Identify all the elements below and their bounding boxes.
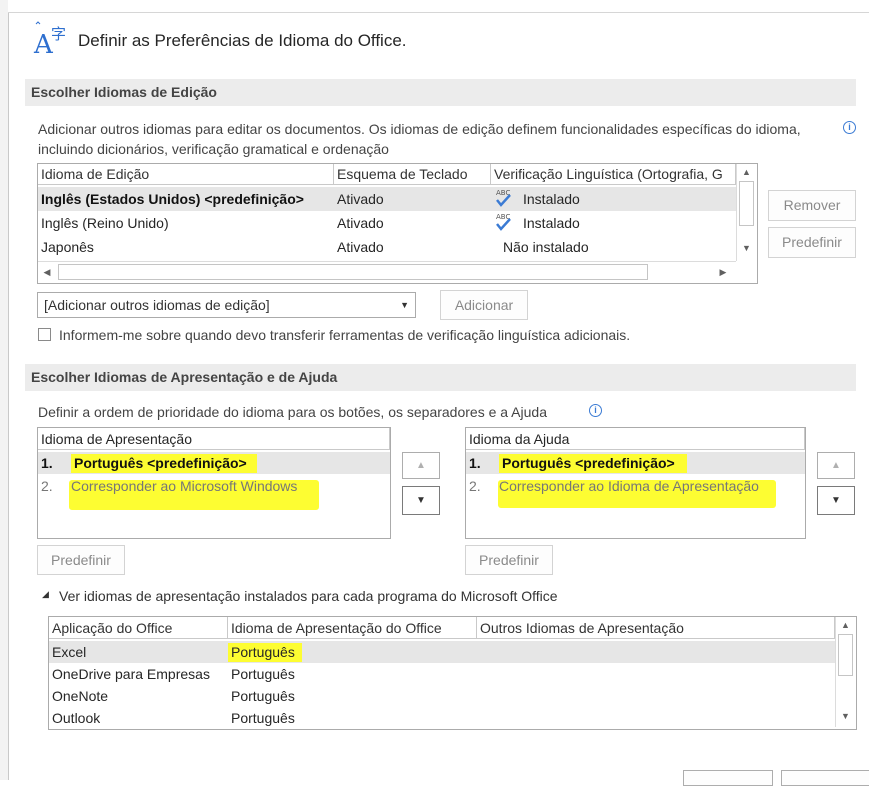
- list-item[interactable]: 1. Português <predefinição>: [466, 452, 805, 474]
- table-row[interactable]: OneNote Português: [49, 685, 835, 707]
- scroll-thumb[interactable]: [838, 634, 853, 676]
- list-item-label: Corresponder ao Microsoft Windows: [71, 478, 298, 494]
- svg-text:字: 字: [51, 25, 66, 43]
- list-item-number: 2.: [469, 478, 481, 494]
- scroll-down-icon[interactable]: ▼: [739, 240, 754, 257]
- scroll-down-icon[interactable]: ▼: [838, 708, 853, 725]
- help-list-header: Idioma da Ajuda: [466, 428, 805, 450]
- help-language-list[interactable]: Idioma da Ajuda 1. Português <predefiniç…: [465, 427, 806, 539]
- cell-proofing: Não instalado: [503, 239, 589, 255]
- table-row[interactable]: Inglês (Reino Unido) Ativado ABC Instala…: [38, 211, 736, 235]
- set-default-help-button[interactable]: Predefinir: [465, 545, 553, 575]
- cell-keyboard: Ativado: [337, 191, 384, 207]
- scroll-right-icon[interactable]: ▶: [716, 264, 730, 280]
- move-up-button[interactable]: ▲: [402, 452, 440, 479]
- cell-proofing: Instalado: [523, 215, 580, 231]
- chevron-down-icon[interactable]: ▼: [400, 293, 409, 317]
- display-list-header: Idioma de Apresentação: [38, 428, 390, 450]
- cell-language: Português: [231, 644, 295, 660]
- table-row[interactable]: Inglês (Estados Unidos) <predefinição> A…: [38, 187, 736, 211]
- cell-proofing: Instalado: [523, 191, 580, 207]
- cell-language: Inglês (Estados Unidos) <predefinição>: [41, 191, 304, 207]
- list-item[interactable]: 1. Português <predefinição>: [38, 452, 390, 474]
- scroll-up-icon[interactable]: ▲: [838, 617, 853, 634]
- column-header-proofing[interactable]: Verificação Linguística (Ortografia, G: [491, 164, 736, 185]
- window-top-edge: [8, 0, 869, 13]
- table-row[interactable]: Excel Português: [49, 641, 835, 663]
- list-item[interactable]: 2. Corresponder ao Microsoft Windows: [38, 474, 390, 510]
- cell-app: Excel: [52, 644, 87, 660]
- vertical-scrollbar[interactable]: ▲ ▼: [835, 617, 854, 727]
- table-row[interactable]: Japonês Ativado Não instalado: [38, 235, 736, 259]
- arrow-up-icon: ▲: [831, 460, 841, 471]
- cell-app: Outlook: [52, 710, 101, 726]
- column-header-keyboard[interactable]: Esquema de Teclado: [334, 164, 491, 185]
- cell-keyboard: Ativado: [337, 215, 384, 231]
- help-move-down-button[interactable]: ▼: [817, 486, 855, 515]
- list-item-label: Português <predefinição>: [502, 455, 675, 471]
- cell-language: Inglês (Reino Unido): [41, 215, 169, 231]
- cell-language: Português: [231, 710, 295, 726]
- collapse-triangle-icon[interactable]: ◢: [42, 589, 49, 600]
- editing-section-header: Escolher Idiomas de Edição: [25, 79, 856, 106]
- notify-checkbox-label[interactable]: Informem-me sobre quando devo transferir…: [59, 325, 630, 345]
- scroll-left-icon[interactable]: ◀: [40, 264, 54, 280]
- move-down-button[interactable]: ▼: [402, 486, 440, 515]
- column-header-editing-language[interactable]: Idioma de Edição: [38, 164, 334, 185]
- help-move-up-button[interactable]: ▲: [817, 452, 855, 479]
- scroll-up-icon[interactable]: ▲: [739, 164, 754, 181]
- info-icon[interactable]: i: [589, 404, 602, 417]
- dialog-title: Definir as Preferências de Idioma do Off…: [78, 31, 407, 50]
- cancel-button[interactable]: [781, 770, 869, 786]
- table-row[interactable]: OneDrive para Empresas Português: [49, 663, 835, 685]
- view-installed-languages-expander[interactable]: Ver idiomas de apresentação instalados p…: [59, 586, 558, 606]
- editing-description: Adicionar outros idiomas para editar os …: [38, 121, 801, 157]
- info-icon[interactable]: i: [843, 121, 856, 134]
- display-section-header: Escolher Idiomas de Apresentação e de Aj…: [25, 364, 856, 391]
- list-item-label: Corresponder ao Idioma de Apresentação: [499, 478, 759, 494]
- display-language-list[interactable]: Idioma de Apresentação 1. Português <pre…: [37, 427, 391, 539]
- column-header-office-language[interactable]: Idioma de Apresentação do Office: [228, 617, 477, 639]
- set-default-editing-button[interactable]: Predefinir: [768, 227, 856, 258]
- display-section-title: Escolher Idiomas de Apresentação e de Aj…: [31, 369, 338, 385]
- cell-language: Português: [231, 666, 295, 682]
- office-apps-table[interactable]: Aplicação do Office Idioma de Apresentaç…: [48, 616, 857, 730]
- editing-section-title: Escolher Idiomas de Edição: [31, 84, 217, 100]
- list-item[interactable]: 2. Corresponder ao Idioma de Apresentaçã…: [466, 474, 805, 508]
- arrow-down-icon: ▼: [831, 495, 841, 506]
- display-description: Definir a ordem de prioridade do idioma …: [38, 404, 547, 420]
- list-item-label: Português <predefinição>: [74, 455, 247, 471]
- list-item-number: 1.: [469, 455, 481, 471]
- table-row[interactable]: Outlook Português: [49, 707, 835, 729]
- set-default-display-button[interactable]: Predefinir: [37, 545, 125, 575]
- cell-keyboard: Ativado: [337, 239, 384, 255]
- arrow-down-icon: ▼: [416, 495, 426, 506]
- window-left-edge: [0, 0, 9, 780]
- list-item-number: 1.: [41, 455, 53, 471]
- add-language-combo-value: [Adicionar outros idiomas de edição]: [44, 297, 270, 313]
- editing-languages-table[interactable]: Idioma de Edição Esquema de Teclado Veri…: [37, 163, 758, 284]
- scroll-thumb[interactable]: [739, 181, 754, 226]
- scroll-thumb[interactable]: [58, 264, 648, 280]
- vertical-scrollbar[interactable]: ▲ ▼: [736, 164, 755, 261]
- notify-checkbox[interactable]: [38, 328, 51, 341]
- horizontal-scrollbar[interactable]: ◀ ▶: [38, 261, 736, 282]
- arrow-up-icon: ▲: [416, 460, 426, 471]
- cell-language: Japonês: [41, 239, 94, 255]
- cell-app: OneDrive para Empresas: [52, 666, 210, 682]
- add-language-button[interactable]: Adicionar: [440, 290, 528, 320]
- remove-button[interactable]: Remover: [768, 190, 856, 221]
- language-settings-icon: A 字: [33, 20, 71, 60]
- add-language-combo[interactable]: [Adicionar outros idiomas de edição] ▼: [37, 292, 416, 318]
- list-item-number: 2.: [41, 478, 53, 494]
- cell-language: Português: [231, 688, 295, 704]
- cell-app: OneNote: [52, 688, 109, 704]
- ok-button[interactable]: [683, 770, 773, 786]
- column-header-app[interactable]: Aplicação do Office: [49, 617, 228, 639]
- column-header-other-languages[interactable]: Outros Idiomas de Apresentação: [477, 617, 835, 639]
